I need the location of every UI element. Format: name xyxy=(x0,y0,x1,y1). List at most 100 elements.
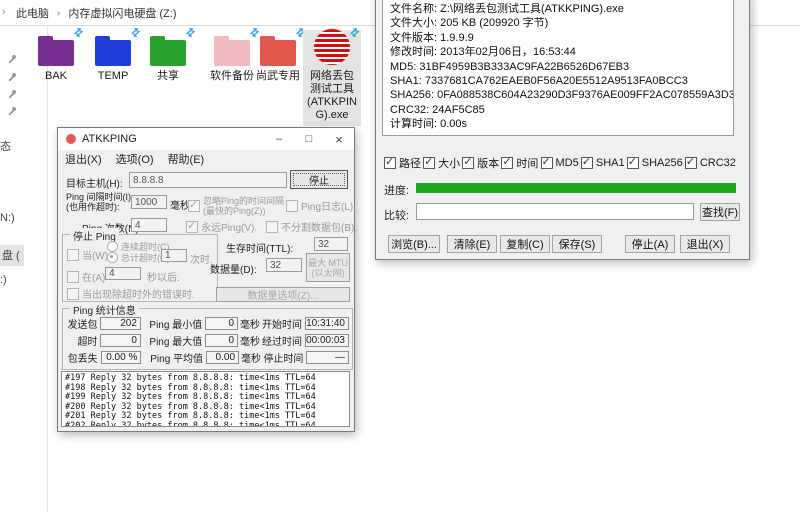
checkbox-icon xyxy=(67,271,79,283)
stop-after-input[interactable]: 4 xyxy=(105,267,141,280)
file-version-line: 文件版本: 1.9.9.9 xyxy=(390,31,727,45)
breadcrumb-back-chevron[interactable]: › xyxy=(2,6,6,18)
progress-bar xyxy=(416,183,736,193)
atkkping-app-icon xyxy=(313,28,351,66)
size-checkbox[interactable]: 大小 xyxy=(423,155,460,171)
crc32-line: CRC32: 24AF5C85 xyxy=(390,103,727,117)
file-item-bak[interactable]: ⇄ BAK xyxy=(27,32,85,83)
find-button[interactable]: 查找(F) xyxy=(700,203,740,221)
maximize-button[interactable]: □ xyxy=(294,128,324,150)
ignore-interval-label: 忽略Ping的时间间隔 (最快的Ping(Z)) xyxy=(203,196,284,216)
checkbox-icon xyxy=(685,157,697,169)
start-time-value: 10:31:40 xyxy=(305,317,349,330)
ping-forever-checkbox[interactable]: 永远Ping(V). xyxy=(186,219,257,234)
sha256-checkbox[interactable]: SHA256 xyxy=(627,157,683,169)
interval-input[interactable]: 1000 xyxy=(131,195,167,209)
data-size-options-button[interactable]: 数据量选项(Z)... xyxy=(216,287,350,302)
window-title: ATKKPING xyxy=(82,133,137,145)
sha1-checkbox[interactable]: SHA1 xyxy=(581,157,625,169)
compare-label: 比较: xyxy=(384,207,409,223)
target-host-input[interactable]: 8.8.8.8 xyxy=(129,172,287,188)
desktop: › 此电脑 › 内存虚拟闪电硬盘 (Z:) 态 N:) 盘 ( :) ⇄ BAK… xyxy=(0,0,800,512)
checkbox-icon xyxy=(462,157,474,169)
pin-icon xyxy=(7,90,16,99)
radio-icon xyxy=(107,252,118,263)
checkbox-icon xyxy=(67,288,79,300)
log-line: #202 Reply 32 bytes from 8.8.8.8: time<1… xyxy=(65,422,346,427)
path-checkbox[interactable]: 路径 xyxy=(384,155,421,171)
folder-icon xyxy=(95,40,131,66)
max-mtu-button[interactable]: 最大 MTU (以太网) xyxy=(306,253,350,282)
interval-label: Ping 间隔时间(I) (也用作超时): xyxy=(66,192,131,212)
clear-button[interactable]: 清除(E) xyxy=(447,235,497,253)
breadcrumb-root[interactable]: 此电脑 xyxy=(16,5,49,21)
checkbox-icon xyxy=(67,249,79,261)
file-info-box[interactable]: 文件名称: Z:\网络丢包测试工具(ATKKPING).exe 文件大小: 20… xyxy=(382,0,734,136)
sidebar-item[interactable]: N:) xyxy=(0,212,15,224)
data-size-input[interactable]: 32 xyxy=(266,258,302,272)
stop-after-checkbox[interactable]: 在(A) xyxy=(67,269,105,284)
folder-icon xyxy=(150,40,186,66)
target-host-label: 目标主机(H): xyxy=(66,175,123,190)
sidebar-item[interactable]: :) xyxy=(0,274,7,286)
pin-icon xyxy=(7,55,16,64)
hash-stop-button[interactable]: 停止(A) xyxy=(625,235,675,253)
menu-help[interactable]: 帮助(E) xyxy=(161,151,212,167)
ttl-input[interactable]: 32 xyxy=(314,237,348,251)
file-item-dedicated[interactable]: ⇄ 尚武专用 xyxy=(249,32,307,83)
crc32-checkbox[interactable]: CRC32 xyxy=(685,157,736,169)
file-item-share[interactable]: ⇄ 共享 xyxy=(139,32,197,83)
timeout-times-input[interactable]: 1 xyxy=(161,249,187,262)
file-item-atkkping-exe-selected[interactable]: ⇄ 网络丢包测试工具(ATKKPING).exe xyxy=(303,30,361,126)
checkbox-icon xyxy=(266,221,278,233)
file-label: TEMP xyxy=(84,70,142,83)
copy-button[interactable]: 复制(C) xyxy=(500,235,550,253)
file-size-line: 文件大小: 205 KB (209920 字节) xyxy=(390,16,727,30)
sidebar-item[interactable]: 态 xyxy=(0,138,11,154)
stats-row: 发送包202 Ping 最小值0 毫秒 开始时间10:31:40 xyxy=(63,315,352,332)
compare-input[interactable] xyxy=(416,203,694,220)
file-label: 网络丢包测试工具(ATKKPING).exe xyxy=(303,70,361,122)
ignore-interval-checkbox[interactable]: 忽略Ping的时间间隔 (最快的Ping(Z)) xyxy=(188,196,284,216)
stop-button[interactable]: 停止 xyxy=(290,170,348,189)
checkbox-icon xyxy=(423,157,435,169)
ping-avg-value: 0.00 xyxy=(206,351,239,364)
pin-icon xyxy=(7,73,16,82)
md5-checkbox[interactable]: MD5 xyxy=(541,157,579,169)
app-icon xyxy=(66,134,76,144)
exit-button[interactable]: 退出(X) xyxy=(680,235,730,253)
stats-row: 超时0 Ping 最大值0 毫秒 经过时间00:00:03 xyxy=(63,332,352,349)
sent-count-value: 202 xyxy=(100,317,140,330)
checkbox-icon xyxy=(627,157,639,169)
breadcrumb-location[interactable]: 内存虚拟闪电硬盘 (Z:) xyxy=(68,5,176,21)
menu-options[interactable]: 选项(O) xyxy=(109,151,161,167)
stop-when-checkbox[interactable]: 当(W) xyxy=(67,247,108,262)
menu-exit[interactable]: 退出(X) xyxy=(58,151,109,167)
save-button[interactable]: 保存(S) xyxy=(552,235,602,253)
browse-button[interactable]: 浏览(B)... xyxy=(388,235,440,253)
sidebar-item-selected[interactable]: 盘 ( xyxy=(0,245,24,266)
ping-max-value: 0 xyxy=(205,334,238,347)
data-size-label: 数据量(D): xyxy=(210,261,257,276)
stop-time-value: — xyxy=(306,351,349,364)
ping-log-checkbox[interactable]: Ping日志(L). xyxy=(286,198,356,213)
version-checkbox[interactable]: 版本 xyxy=(462,155,499,171)
menubar: 退出(X) 选项(O) 帮助(E) xyxy=(58,150,354,168)
stop-on-error-checkbox[interactable]: 当出现除超时外的错误时. xyxy=(67,286,195,301)
close-button[interactable]: × xyxy=(324,128,354,150)
checkbox-icon xyxy=(286,200,298,212)
ping-min-value: 0 xyxy=(205,317,238,330)
md5-line: MD5: 31BF4959B3B333AC9FA22B6526D67EB3 xyxy=(390,60,727,74)
progress-label: 进度: xyxy=(384,182,409,198)
no-fragment-checkbox[interactable]: 不分割数据包(B). xyxy=(266,219,357,234)
timeout-count-value: 0 xyxy=(100,334,140,347)
ping-count-input[interactable]: 4 xyxy=(131,218,167,232)
file-item-temp[interactable]: ⇄ TEMP xyxy=(84,32,142,83)
ping-log-output[interactable]: #197 Reply 32 bytes from 8.8.8.8: time<1… xyxy=(61,371,350,427)
folder-icon xyxy=(214,40,250,66)
hash-option-row: 路径 大小 版本 时间 MD5 SHA1 SHA256 CRC32 xyxy=(384,155,736,171)
time-checkbox[interactable]: 时间 xyxy=(501,155,538,171)
minimize-button[interactable]: – xyxy=(264,128,294,150)
sha256-line: SHA256: 0FA088538C604A23290D3F9376AE009F… xyxy=(390,88,727,102)
file-label: BAK xyxy=(27,70,85,83)
